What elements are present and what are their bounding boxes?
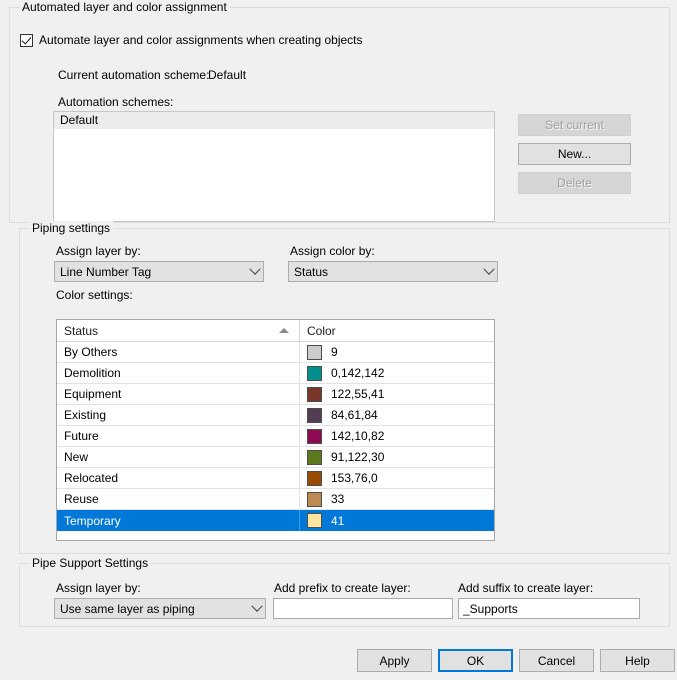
color-value-label: 9 [331, 345, 338, 359]
cell-color: 122,55,41 [300, 384, 494, 404]
apply-button[interactable]: Apply [357, 649, 432, 672]
cell-status: By Others [57, 342, 300, 362]
table-row[interactable]: Existing 84,61,84 [57, 405, 494, 426]
color-value-label: 84,61,84 [331, 408, 378, 422]
table-row[interactable]: Demolition 0,142,142 [57, 363, 494, 384]
grid-header-row: Status Color [57, 320, 494, 342]
color-value-label: 41 [331, 513, 345, 528]
automation-schemes-label: Automation schemes: [58, 95, 174, 109]
piping-assign-color-value: Status [294, 264, 329, 279]
cancel-button[interactable]: Cancel [519, 649, 594, 672]
color-swatch[interactable] [307, 344, 322, 360]
color-value-label: 122,55,41 [331, 387, 385, 401]
cell-status: Equipment [57, 384, 300, 404]
color-swatch[interactable] [307, 428, 322, 444]
delete-scheme-button[interactable]: Delete [518, 172, 631, 194]
color-value-label: 153,76,0 [331, 471, 378, 485]
sort-ascending-icon [279, 328, 289, 333]
pipe-support-group-title: Pipe Support Settings [29, 556, 152, 570]
cell-status: Future [57, 426, 300, 446]
cell-color: 153,76,0 [300, 468, 494, 488]
column-header-status-label: Status [64, 323, 99, 338]
piping-assign-layer-label: Assign layer by: [56, 244, 141, 258]
cell-status: Temporary [57, 510, 300, 531]
chevron-down-icon[interactable] [480, 263, 497, 276]
automation-schemes-listbox[interactable]: Default [53, 111, 495, 222]
current-scheme-label: Current automation scheme: [58, 68, 210, 82]
piping-assign-layer-combo[interactable]: Line Number Tag [54, 261, 264, 282]
column-header-color-label: Color [307, 323, 336, 338]
list-item[interactable]: Default [54, 112, 494, 129]
cell-color: 33 [300, 489, 494, 509]
color-settings-grid[interactable]: Status Color By Others 9 Demolition 0,142,1… [56, 319, 495, 541]
support-assign-layer-combo[interactable]: Use same layer as piping [54, 598, 266, 619]
color-value-label: 142,10,82 [331, 429, 385, 443]
color-swatch[interactable] [307, 407, 322, 423]
add-suffix-label: Add suffix to create layer: [458, 581, 594, 595]
cell-color: 41 [300, 510, 494, 531]
color-value-label: 0,142,142 [331, 366, 385, 380]
cell-status: New [57, 447, 300, 467]
table-row[interactable]: New 91,122,30 [57, 447, 494, 468]
color-swatch[interactable] [307, 365, 322, 381]
automate-checkbox[interactable] [20, 33, 33, 47]
automate-checkbox-label: Automate layer and color assignments whe… [39, 33, 363, 47]
column-header-status[interactable]: Status [57, 320, 300, 341]
color-swatch[interactable] [307, 449, 322, 465]
automate-checkbox-row[interactable]: Automate layer and color assignments whe… [20, 33, 363, 47]
add-prefix-label: Add prefix to create layer: [274, 581, 411, 595]
new-scheme-button[interactable]: New... [518, 143, 631, 165]
color-value-label: 91,122,30 [331, 450, 385, 464]
table-row[interactable]: Relocated 153,76,0 [57, 468, 494, 489]
add-prefix-input[interactable] [273, 598, 453, 619]
grid-body: By Others 9 Demolition 0,142,142 Equipment 12… [57, 342, 494, 531]
cell-status: Demolition [57, 363, 300, 383]
color-swatch[interactable] [307, 513, 322, 528]
table-row[interactable]: By Others 9 [57, 342, 494, 363]
piping-settings-group-title: Piping settings [29, 221, 114, 235]
support-assign-layer-label: Assign layer by: [56, 581, 141, 595]
chevron-down-icon[interactable] [248, 600, 265, 613]
cell-color: 91,122,30 [300, 447, 494, 467]
current-scheme-value: Default [208, 68, 247, 82]
cell-color: 9 [300, 342, 494, 362]
color-swatch[interactable] [307, 386, 322, 402]
piping-assign-color-combo[interactable]: Status [288, 261, 498, 282]
color-swatch[interactable] [307, 491, 322, 507]
cell-color: 0,142,142 [300, 363, 494, 383]
cell-status: Existing [57, 405, 300, 425]
cell-status: Reuse [57, 489, 300, 509]
color-swatch[interactable] [307, 470, 322, 486]
ok-button[interactable]: OK [438, 649, 513, 672]
add-suffix-input[interactable] [458, 598, 640, 619]
help-button[interactable]: Help [600, 649, 675, 672]
chevron-down-icon[interactable] [246, 263, 263, 276]
table-row[interactable]: Temporary 41 [57, 510, 494, 531]
cell-color: 84,61,84 [300, 405, 494, 425]
support-assign-layer-value: Use same layer as piping [60, 601, 195, 616]
cell-color: 142,10,82 [300, 426, 494, 446]
table-row[interactable]: Reuse 33 [57, 489, 494, 510]
set-current-button[interactable]: Set current [518, 114, 631, 136]
column-header-color[interactable]: Color [300, 320, 494, 341]
color-settings-label: Color settings: [56, 288, 133, 302]
automation-group-title: Automated layer and color assignment [19, 0, 230, 14]
table-row[interactable]: Future 142,10,82 [57, 426, 494, 447]
cell-status: Relocated [57, 468, 300, 488]
piping-assign-layer-value: Line Number Tag [60, 264, 152, 279]
piping-assign-color-label: Assign color by: [290, 244, 375, 258]
table-row[interactable]: Equipment 122,55,41 [57, 384, 494, 405]
color-value-label: 33 [331, 492, 345, 506]
